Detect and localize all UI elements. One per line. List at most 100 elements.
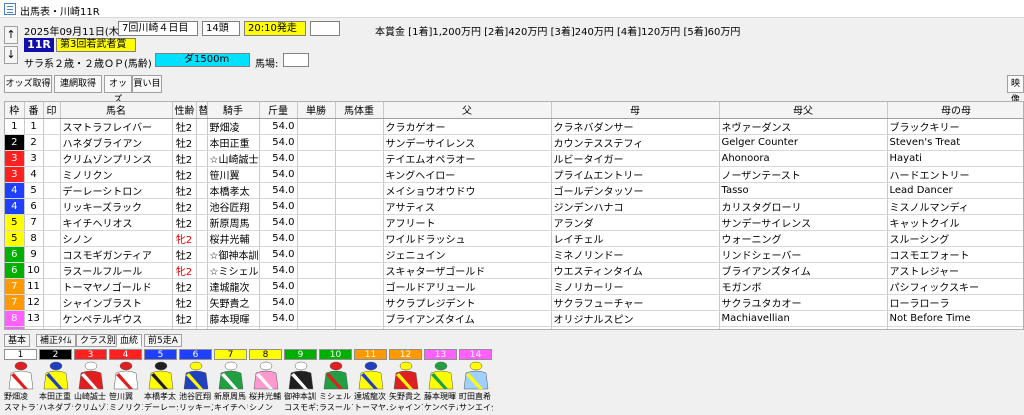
silk-item[interactable]: 6 池谷匠翔リッキーズ (179, 349, 213, 415)
table-row[interactable]: 4 6 リッキーズラック 牡2 池谷匠翔 54.0 アサティス ジンデンハナコ カリスタグローリ… (5, 198, 1023, 215)
silk-item[interactable]: 7 新原周馬キイチヘリ (214, 349, 248, 415)
column-header[interactable]: 騎手 (207, 102, 260, 119)
table-row[interactable]: 814 サンエイタロー牡2 ☆町田直希54.0 ジョリーズヘイローミールラヴェンダーク… (5, 326, 1023, 329)
mark-cell[interactable] (43, 214, 61, 231)
horse-name-cell: トーマヤノゴールド (60, 278, 173, 295)
damsire-cell: ネヴァーダンス (719, 118, 888, 135)
silk-item[interactable]: 4 笹川翼ミノリクン (109, 349, 143, 415)
table-row[interactable]: 8 13 ケンペテルギウス 牡2 藤本現暉 54.0 ブライアンズタイム オリジナルスピン Ma… (5, 310, 1023, 327)
get-renpuku-button[interactable]: 連網取得 (54, 75, 102, 93)
column-header[interactable]: 単勝 (297, 102, 336, 119)
table-row[interactable]: 3 4 ミノリクン 牡2 笹川翼 54.0 キングヘイロー プライムエントリー ノーザンテースト… (5, 166, 1023, 183)
get-odds-button[interactable]: オッズ取得 (4, 75, 52, 93)
mark-cell[interactable] (43, 278, 61, 295)
track-condition-label: 馬場: (255, 59, 279, 70)
column-header[interactable]: 馬名 (60, 102, 173, 119)
table-row[interactable]: 7 12 シャインブラスト 牡2 矢野貴之 54.0 サクラプレジデント サクラフューチャーサ… (5, 294, 1023, 311)
table-row[interactable]: 6 10 ラスールフルール 牝2 ☆ミシェル 54.0 スキャターザゴールド ウエスティンタイ… (5, 262, 1023, 279)
column-header[interactable]: 父 (383, 102, 552, 119)
silk-number: 12 (389, 349, 422, 360)
silk-item[interactable]: 11 達城龍次トーマヤノ (354, 349, 388, 415)
jockey-silk-icon (183, 361, 209, 390)
column-header[interactable]: 斤量 (259, 102, 298, 119)
win-odds-cell (297, 278, 336, 295)
mark-cell[interactable] (43, 230, 61, 247)
table-row[interactable]: 4 5 デーレーシトロン 牡2 本橋孝太 54.0 メイショウオウドウ ゴールデンタッソー Ta… (5, 182, 1023, 199)
waku-cell: 6 (5, 262, 25, 279)
jockey-cell: ☆御神本訓 (207, 246, 260, 263)
silk-horse-name: ミノリクン (109, 403, 143, 412)
mark-cell[interactable] (43, 246, 61, 263)
mark-cell[interactable] (43, 262, 61, 279)
silk-item[interactable]: 13 藤本現暉ケンペテル (424, 349, 458, 415)
silk-item[interactable]: 8 桜井光輔 シノン (249, 349, 283, 415)
tab-3[interactable]: 血統 (116, 334, 143, 347)
silk-item[interactable]: 1 野畑凌スマトラフ (4, 349, 38, 415)
mark-cell[interactable] (43, 294, 61, 311)
silk-jockey-name: 池谷匠翔 (179, 392, 211, 401)
buy-list-button[interactable]: 買い目 (132, 75, 162, 93)
mark-cell[interactable] (43, 326, 61, 329)
mark-cell[interactable] (43, 182, 61, 199)
mark-cell[interactable] (43, 118, 61, 135)
prize-money: 本賞金 [1着]1,200万円 [2着]420万円 [3着]240万円 [4着]… (375, 27, 741, 38)
column-header[interactable]: 印 (43, 102, 61, 119)
table-row[interactable]: 3 3 クリムゾンプリンス 牡2 ☆山崎誠士 54.0 テイエムオペラオー ルビータイガー Ah… (5, 150, 1023, 167)
video-button[interactable]: 映像 (1007, 75, 1024, 105)
column-header[interactable]: 母 (551, 102, 720, 119)
win-odds-cell (297, 166, 336, 183)
column-header[interactable]: 性齢 (172, 102, 197, 119)
mark-cell[interactable] (43, 310, 61, 327)
mark-cell[interactable] (43, 150, 61, 167)
column-header[interactable]: 枠 (5, 102, 25, 119)
win-odds-cell (297, 134, 336, 151)
window-titlebar: 出馬表・川崎11R (0, 0, 1024, 18)
jockey-silk-icon (8, 361, 34, 390)
entry-table: 枠番印馬名性齢替騎手斤量単勝馬体重父母母父母の母 11 スマトラフレイバー牡2 野畑… (4, 101, 1024, 330)
column-header[interactable]: 替 (196, 102, 208, 119)
sire-cell: ジョリーズヘイロー (383, 326, 552, 329)
silk-item[interactable]: 5 本橋孝太デーレーシ (144, 349, 178, 415)
table-row[interactable]: 2 2 ハネダブライアン 牡2 本田正重 54.0 サンデーサイレンス カウンテスステフィ Ge… (5, 134, 1023, 151)
mark-cell[interactable] (43, 134, 61, 151)
silk-item[interactable]: 3 山崎誠士クリムゾン (74, 349, 108, 415)
table-row[interactable]: 5 8 シノン 牝2 桜井光輔 54.0 ワイルドラッシュ レイチェル ウォーニング スルーシング (5, 230, 1023, 247)
post-time-box: 20:10発走 (244, 21, 306, 36)
change-cell (196, 246, 208, 263)
track-condition-field[interactable] (283, 53, 309, 67)
tab-1[interactable]: 補正ﾀｲﾑ (36, 334, 76, 347)
table-row[interactable]: 5 7 キイチヘリオス 牡2 新原周馬 54.0 アフリート アランダ サンデーサイレンス キャッ… (5, 214, 1023, 231)
table-row[interactable]: 6 9 コスモギガンティア 牡2 ☆御神本訓 54.0 ジェニュイン ミネノリンドー リンドシェ… (5, 246, 1023, 263)
silk-item[interactable]: 2 本田正重ハネダブラ (39, 349, 73, 415)
dam-cell: ミノリカーリー (551, 278, 720, 295)
odds-button[interactable]: オッズ (104, 75, 132, 105)
column-header[interactable]: 馬体重 (335, 102, 384, 119)
window-title: 出馬表・川崎11R (20, 7, 100, 18)
silk-item[interactable]: 12 矢野貴之シャインブ (389, 349, 423, 415)
silk-item[interactable]: 9 御神本訓コスモギガ (284, 349, 318, 415)
table-row[interactable]: 1 1 スマトラフレイバー 牡2 野畑凌 54.0 クラカゲオー クラネバダンサー ネヴァーダン… (5, 118, 1023, 135)
next-race-button[interactable]: ↓ (4, 46, 18, 64)
table-row[interactable]: 7 11 トーマヤノゴールド 牡2 達城龍次 54.0 ゴールドアリュール ミノリカーリー モガ… (5, 278, 1023, 295)
sex-age-cell: 牡2 (172, 166, 197, 183)
column-header[interactable]: 母の母 (887, 102, 1023, 119)
sire-cell: テイエムオペラオー (383, 150, 552, 167)
sire-cell: キングヘイロー (383, 166, 552, 183)
silk-horse-name: スマトラフ (4, 403, 38, 412)
mark-cell[interactable] (43, 166, 61, 183)
weight-cell: 54.0 (259, 198, 298, 215)
tab-0[interactable]: 基本 (4, 334, 31, 347)
column-header[interactable]: 母父 (719, 102, 888, 119)
sex-age-cell: 牡2 (172, 198, 197, 215)
mark-cell[interactable] (43, 198, 61, 215)
silk-jockey-name: 御神本訓 (284, 392, 316, 401)
dam-cell: ミネノリンドー (551, 246, 720, 263)
silk-item[interactable]: 10 ミシェルラスールフ (319, 349, 353, 415)
jockey-cell: ☆山崎誠士 (207, 150, 260, 167)
win-odds-cell (297, 326, 336, 329)
prev-race-button[interactable]: ↑ (4, 26, 18, 44)
silk-item[interactable]: 14 町田直希サンエイタ (459, 349, 493, 415)
tab-4[interactable]: 前5走A (144, 334, 182, 347)
horse-name-cell: コスモギガンティア (60, 246, 173, 263)
column-header[interactable]: 番 (24, 102, 44, 119)
